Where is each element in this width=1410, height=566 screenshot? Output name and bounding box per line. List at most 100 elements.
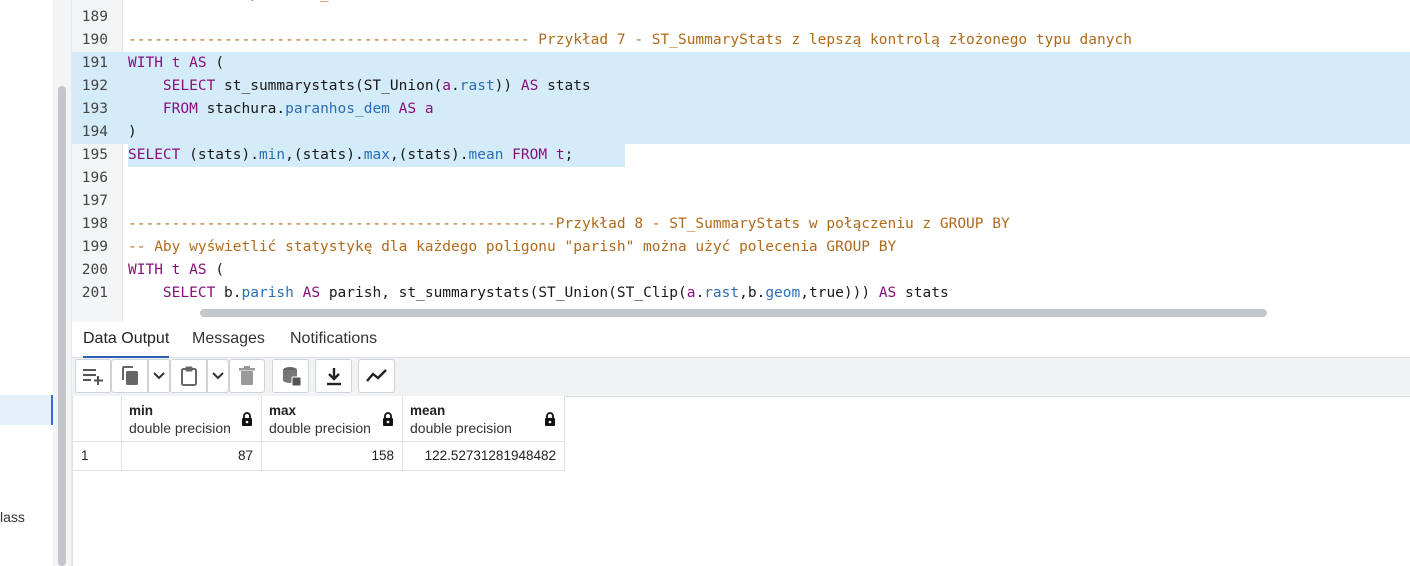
code-line[interactable]: 194) [72, 121, 1410, 144]
code-token: ----------------------------------------… [128, 216, 1010, 232]
code-token: WITH t AS [128, 262, 216, 278]
save-data-button[interactable] [272, 359, 309, 393]
code-line[interactable]: 193 FROM stachura.paranhos_dem AS a [72, 98, 1410, 121]
code-text: SELECT b.parish AS parish, st_summarysta… [128, 282, 949, 305]
results-panel: Data Output Messages Notifications min d… [72, 322, 1410, 566]
line-number: 190 [81, 32, 108, 48]
column-type: double precision [269, 420, 371, 436]
column-type: double precision [129, 420, 231, 436]
line-number: 191 [81, 55, 108, 71]
add-row-button[interactable] [75, 359, 111, 393]
code-token: ,b. [739, 285, 766, 301]
code-token: stats [905, 285, 949, 301]
row-number-header [72, 396, 122, 442]
add-row-icon [81, 366, 105, 386]
code-line[interactable]: 199 -- Aby wyświetlić statystykę dla każd… [72, 236, 1410, 259]
code-text: FROM stachura.paranhos_dem AS a [128, 98, 434, 121]
column-header-min[interactable]: min double precision [122, 396, 262, 442]
code-line[interactable]: 191 WITH t AS ( [72, 52, 1410, 75]
code-token: ,true))) [800, 285, 879, 301]
code-token: ( [215, 262, 225, 278]
sidebar-selected-item[interactable] [0, 395, 53, 425]
code-token: max [363, 147, 390, 163]
tab-messages[interactable]: Messages [192, 322, 265, 356]
horizontal-scrollbar[interactable] [200, 309, 1267, 317]
code-token: st_summarystats(ST_Union( [224, 78, 443, 94]
code-token: paranhos_dem [285, 101, 399, 117]
code-token: rast [459, 78, 495, 94]
line-number: 192 [81, 78, 108, 94]
code-token: mean [468, 147, 513, 163]
code-token: -- Aby wyświetlić statystykę dla każdego… [128, 239, 897, 255]
delete-icon [238, 366, 256, 386]
code-line[interactable]: 200 WITH t AS ( [72, 259, 1410, 282]
paste-options-button[interactable] [207, 359, 229, 393]
vertical-scrollbar-thumb[interactable] [58, 86, 66, 566]
column-name: min [129, 403, 154, 418]
grid-left-border [72, 396, 73, 566]
save-data-icon [280, 365, 302, 387]
results-toolbar [72, 358, 1410, 397]
code-token: WITH t AS [128, 55, 216, 71]
delete-button[interactable] [229, 359, 265, 393]
code-token: ,(stats). [389, 147, 469, 163]
code-line[interactable]: 198 -------------------------------------… [72, 213, 1410, 236]
code-line[interactable]: 201 SELECT b.parish AS parish, st_summar… [72, 282, 1410, 305]
code-token: )) [494, 78, 521, 94]
cell-max[interactable]: 158 [262, 442, 403, 471]
lock-icon [544, 412, 556, 432]
graph-visualiser-button[interactable] [358, 359, 395, 393]
lock-icon [241, 412, 253, 432]
line-number: 195 [81, 147, 108, 163]
code-token: AS [302, 285, 329, 301]
code-token: FROM [162, 101, 207, 117]
cell-min[interactable]: 87 [122, 442, 262, 471]
graph-icon [365, 368, 388, 384]
line-number: 201 [81, 285, 108, 301]
code-token: ,(stats). [285, 147, 364, 163]
line-number: 200 [81, 262, 108, 278]
chevron-down-icon [212, 371, 224, 381]
code-token: AS [878, 285, 906, 301]
code-line[interactable]: 195 SELECT (stats).min,(stats).max,(stats… [72, 144, 1410, 167]
code-text: ) [128, 121, 137, 144]
results-tabs: Data Output Messages Notifications [72, 322, 1410, 359]
code-token: a [442, 78, 452, 94]
code-line[interactable]: 190 -------------------------------------… [72, 29, 1410, 52]
code-token: ; [564, 147, 574, 163]
sidebar-item-label[interactable]: lass [0, 509, 25, 525]
tab-data-output[interactable]: Data Output [83, 322, 170, 359]
download-button[interactable] [315, 359, 352, 393]
paste-button[interactable] [170, 359, 207, 393]
copy-button[interactable] [111, 359, 148, 393]
code-token: . [695, 285, 705, 301]
download-icon [325, 366, 343, 386]
code-token: AS [520, 78, 548, 94]
column-header-mean[interactable]: mean double precision [403, 396, 565, 442]
code-line[interactable]: 189 [72, 6, 1410, 29]
chevron-down-icon [153, 371, 165, 381]
sql-editor[interactable]: 188FROM stachura.paranhos_dem AS a;18919… [72, 0, 1410, 322]
copy-options-button[interactable] [148, 359, 170, 393]
tab-notifications[interactable]: Notifications [290, 322, 377, 356]
code-text: SELECT st_summarystats(ST_Union(a.rast))… [128, 75, 591, 98]
cell-mean[interactable]: 122.52731281948482 [403, 442, 565, 471]
code-token: ( [215, 55, 225, 71]
column-name: max [269, 403, 297, 418]
code-token: stats [547, 78, 591, 94]
code-token: FROM stachura.paranhos_dem AS a; [128, 0, 407, 2]
code-text: ----------------------------------------… [128, 213, 1010, 236]
paste-icon [179, 365, 199, 387]
row-number[interactable]: 1 [72, 442, 122, 471]
column-header-max[interactable]: max double precision [262, 396, 403, 442]
code-line[interactable]: 196 [72, 167, 1410, 190]
code-token: AS a [398, 101, 434, 117]
code-token: SELECT [128, 147, 190, 163]
line-number: 198 [81, 216, 108, 232]
line-number: 199 [81, 239, 108, 255]
code-line[interactable]: 192 SELECT st_summarystats(ST_Union(a.ra… [72, 75, 1410, 98]
code-line[interactable]: 197 [72, 190, 1410, 213]
